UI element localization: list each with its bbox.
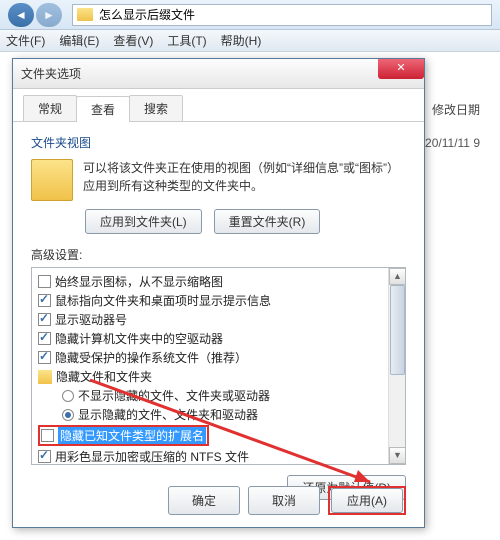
- radio-button[interactable]: [62, 409, 74, 421]
- scroll-thumb[interactable]: [390, 285, 405, 375]
- tree-item[interactable]: 隐藏已知文件类型的扩展名: [34, 424, 403, 447]
- tree-item[interactable]: 显示隐藏的文件、文件夹和驱动器: [34, 405, 403, 424]
- tree-item-label: 显示驱动器号: [55, 311, 127, 328]
- checkbox[interactable]: [38, 332, 51, 345]
- tree-item[interactable]: 不显示隐藏的文件、文件夹或驱动器: [34, 386, 403, 405]
- tree-item[interactable]: 隐藏计算机文件夹中的空驱动器: [34, 329, 403, 348]
- folder-view-icon: [31, 159, 73, 201]
- reset-folders-button[interactable]: 重置文件夹(R): [214, 209, 321, 234]
- tab-view[interactable]: 查看: [76, 96, 130, 122]
- folder-options-dialog: 文件夹选项 ✕ 常规 查看 搜索 文件夹视图 可以将该文件夹正在使用的视图（例如…: [12, 58, 425, 528]
- tree-item[interactable]: 用彩色显示加密或压缩的 NTFS 文件: [34, 447, 403, 465]
- dialog-title: 文件夹选项: [21, 65, 81, 82]
- checkbox[interactable]: [38, 450, 51, 463]
- menu-file[interactable]: 文件(F): [6, 32, 45, 49]
- menu-help[interactable]: 帮助(H): [221, 32, 262, 49]
- scroll-up-button[interactable]: ▲: [389, 268, 406, 285]
- column-modified-header[interactable]: 修改日期: [412, 97, 500, 122]
- tree-item-label: 鼠标指向文件夹和桌面项时显示提示信息: [55, 292, 271, 309]
- menu-view[interactable]: 查看(V): [113, 32, 153, 49]
- advanced-settings-label: 高级设置:: [31, 246, 406, 263]
- cancel-button[interactable]: 取消: [248, 486, 320, 515]
- tree-item-label: 隐藏文件和文件夹: [56, 368, 152, 385]
- radio-button[interactable]: [62, 390, 74, 402]
- tree-item-label: 隐藏已知文件类型的扩展名: [58, 427, 206, 444]
- tree-item[interactable]: 始终显示图标，从不显示缩略图: [34, 272, 403, 291]
- tree-item[interactable]: 隐藏受保护的操作系统文件（推荐）: [34, 348, 403, 367]
- scroll-down-button[interactable]: ▼: [389, 447, 406, 464]
- tree-item[interactable]: 隐藏文件和文件夹: [34, 367, 403, 386]
- tree-item[interactable]: 显示驱动器号: [34, 310, 403, 329]
- close-button[interactable]: ✕: [378, 59, 424, 79]
- dialog-tabs: 常规 查看 搜索: [13, 89, 424, 122]
- tree-item-label: 显示隐藏的文件、文件夹和驱动器: [78, 406, 258, 423]
- tree-item-label: 用彩色显示加密或压缩的 NTFS 文件: [55, 448, 249, 465]
- menu-tools[interactable]: 工具(T): [167, 32, 206, 49]
- address-bar[interactable]: 怎么显示后缀文件: [72, 4, 492, 26]
- tab-search[interactable]: 搜索: [129, 95, 183, 121]
- folder-view-description: 可以将该文件夹正在使用的视图（例如“详细信息”或“图标”）应用到所有这种类型的文…: [83, 159, 406, 201]
- tree-item-label: 不显示隐藏的文件、文件夹或驱动器: [78, 387, 270, 404]
- folder-icon: [77, 8, 93, 21]
- tree-item-label: 隐藏受保护的操作系统文件（推荐）: [55, 349, 247, 366]
- dialog-titlebar[interactable]: 文件夹选项 ✕: [13, 59, 424, 89]
- tree-item[interactable]: 鼠标指向文件夹和桌面项时显示提示信息: [34, 291, 403, 310]
- advanced-settings-tree[interactable]: 始终显示图标，从不显示缩略图鼠标指向文件夹和桌面项时显示提示信息显示驱动器号隐藏…: [31, 267, 406, 465]
- folder-view-label: 文件夹视图: [31, 134, 406, 151]
- checkbox[interactable]: [38, 351, 51, 364]
- nav-forward-button[interactable]: ►: [36, 3, 62, 27]
- nav-back-button[interactable]: ◄: [8, 3, 34, 27]
- tree-item-label: 隐藏计算机文件夹中的空驱动器: [55, 330, 223, 347]
- tree-scrollbar[interactable]: ▲ ▼: [388, 268, 405, 464]
- explorer-titlebar: ◄ ► 怎么显示后缀文件: [0, 0, 500, 30]
- checkbox[interactable]: [38, 275, 51, 288]
- menu-edit[interactable]: 编辑(E): [59, 32, 99, 49]
- apply-button[interactable]: 应用(A): [331, 488, 403, 513]
- checkbox[interactable]: [38, 294, 51, 307]
- apply-to-folders-button[interactable]: 应用到文件夹(L): [85, 209, 202, 234]
- checkbox[interactable]: [38, 313, 51, 326]
- address-text: 怎么显示后缀文件: [99, 6, 195, 23]
- folder-group-icon[interactable]: [38, 370, 52, 384]
- checkbox[interactable]: [41, 429, 54, 442]
- tab-general[interactable]: 常规: [23, 95, 77, 121]
- tree-item-label: 始终显示图标，从不显示缩略图: [55, 273, 223, 290]
- menubar: 文件(F) 编辑(E) 查看(V) 工具(T) 帮助(H): [0, 30, 500, 52]
- ok-button[interactable]: 确定: [168, 486, 240, 515]
